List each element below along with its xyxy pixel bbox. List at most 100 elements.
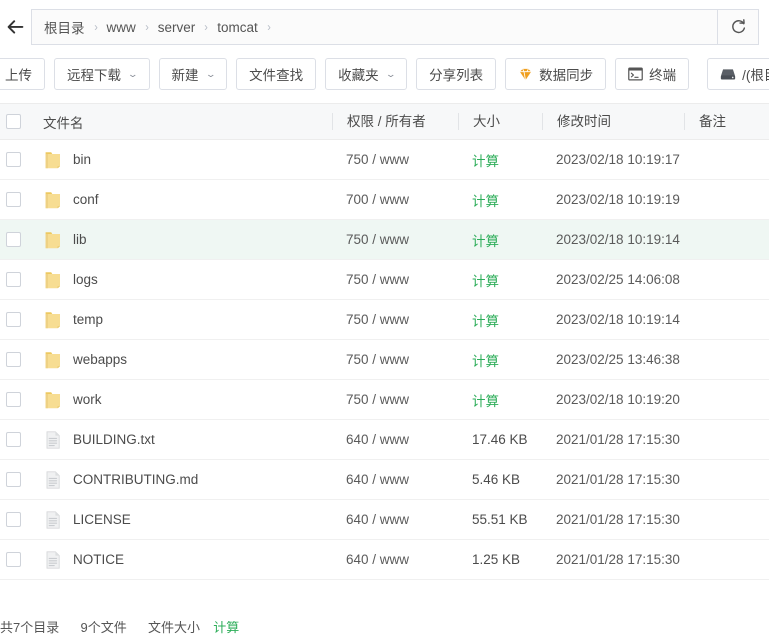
row-checkbox[interactable]: [6, 152, 21, 167]
breadcrumb-item-1[interactable]: www: [107, 20, 136, 35]
file-name-label[interactable]: LICENSE: [73, 512, 131, 527]
file-name-cell[interactable]: work: [38, 390, 332, 410]
disk-usage-button[interactable]: /(根目录) (2...: [707, 58, 769, 90]
breadcrumb-item-0[interactable]: 根目录: [44, 17, 85, 37]
file-name-cell[interactable]: webapps: [38, 350, 332, 370]
file-size-cell[interactable]: 计算: [458, 190, 542, 210]
table-row[interactable]: conf 700 / www 计算 2023/02/18 10:19:19: [0, 180, 769, 220]
row-checkbox[interactable]: [6, 192, 21, 207]
file-name-cell[interactable]: CONTRIBUTING.md: [38, 470, 332, 490]
calculate-size-link[interactable]: 计算: [472, 354, 499, 369]
table-row[interactable]: NOTICE 640 / www 1.25 KB 2021/01/28 17:15:3…: [0, 540, 769, 580]
terminal-button[interactable]: 终端: [615, 58, 690, 90]
file-name-label[interactable]: lib: [73, 232, 87, 247]
remote-download-button[interactable]: 远程下载 ⌄: [54, 58, 150, 90]
calculate-size-link[interactable]: 计算: [472, 194, 499, 209]
row-checkbox[interactable]: [6, 312, 21, 327]
file-name-label[interactable]: CONTRIBUTING.md: [73, 472, 198, 487]
refresh-button[interactable]: [717, 9, 759, 45]
file-name-label[interactable]: bin: [73, 152, 91, 167]
row-checkbox[interactable]: [6, 392, 21, 407]
file-name-label[interactable]: logs: [73, 272, 98, 287]
table-row[interactable]: BUILDING.txt 640 / www 17.46 KB 2021/01/28 …: [0, 420, 769, 460]
select-all-checkbox[interactable]: [6, 114, 21, 129]
file-permission-cell[interactable]: 750 / www: [332, 352, 458, 367]
file-size-cell[interactable]: 计算: [458, 350, 542, 370]
file-size-cell[interactable]: 55.51 KB: [458, 512, 542, 527]
file-permission-cell[interactable]: 640 / www: [332, 432, 458, 447]
table-row[interactable]: CONTRIBUTING.md 640 / www 5.46 KB 2021/01/2…: [0, 460, 769, 500]
file-permission-cell[interactable]: 640 / www: [332, 512, 458, 527]
file-name-cell[interactable]: NOTICE: [38, 550, 332, 570]
breadcrumb-item-3[interactable]: tomcat: [217, 20, 258, 35]
favorites-button[interactable]: 收藏夹 ⌄: [325, 58, 408, 90]
file-name-cell[interactable]: BUILDING.txt: [38, 430, 332, 450]
row-checkbox[interactable]: [6, 232, 21, 247]
column-header-size[interactable]: 大小: [458, 113, 542, 130]
folder-icon: [45, 351, 60, 368]
row-checkbox[interactable]: [6, 472, 21, 487]
table-row[interactable]: LICENSE 640 / www 55.51 KB 2021/01/28 17:15…: [0, 500, 769, 540]
table-row[interactable]: work 750 / www 计算 2023/02/18 10:19:20: [0, 380, 769, 420]
calculate-size-link[interactable]: 计算: [472, 314, 499, 329]
file-size-cell[interactable]: 17.46 KB: [458, 432, 542, 447]
back-button[interactable]: [0, 9, 31, 45]
row-checkbox[interactable]: [6, 432, 21, 447]
file-name-label[interactable]: BUILDING.txt: [73, 432, 155, 447]
table-row[interactable]: lib 750 / www 计算 2023/02/18 10:19:14: [0, 220, 769, 260]
file-modified-label: 2021/01/28 17:15:30: [556, 432, 680, 447]
file-permission-cell[interactable]: 640 / www: [332, 552, 458, 567]
file-permission-cell[interactable]: 750 / www: [332, 152, 458, 167]
new-button[interactable]: 新建 ⌄: [158, 58, 228, 90]
status-size-calc-link[interactable]: 计算: [213, 621, 239, 635]
calculate-size-link[interactable]: 计算: [472, 154, 499, 169]
share-list-button[interactable]: 分享列表: [416, 58, 497, 90]
table-row[interactable]: bin 750 / www 计算 2023/02/18 10:19:17: [0, 140, 769, 180]
row-checkbox[interactable]: [6, 552, 21, 567]
row-checkbox[interactable]: [6, 272, 21, 287]
breadcrumb[interactable]: 根目录 › www › server › tomcat ›: [31, 9, 717, 45]
file-name-cell[interactable]: bin: [38, 150, 332, 170]
row-checkbox[interactable]: [6, 512, 21, 527]
file-name-cell[interactable]: lib: [38, 230, 332, 250]
file-name-label[interactable]: work: [73, 392, 102, 407]
file-permission-cell[interactable]: 640 / www: [332, 472, 458, 487]
row-checkbox[interactable]: [6, 352, 21, 367]
file-permission-cell[interactable]: 750 / www: [332, 392, 458, 407]
file-name-cell[interactable]: LICENSE: [38, 510, 332, 530]
table-row[interactable]: logs 750 / www 计算 2023/02/25 14:06:08: [0, 260, 769, 300]
file-name-cell[interactable]: conf: [38, 190, 332, 210]
file-size-cell[interactable]: 计算: [458, 310, 542, 330]
file-size-cell[interactable]: 计算: [458, 230, 542, 250]
column-header-permission[interactable]: 权限 / 所有者: [332, 113, 458, 130]
breadcrumb-item-2[interactable]: server: [158, 20, 196, 35]
file-name-label[interactable]: conf: [73, 192, 99, 207]
file-permission-cell[interactable]: 750 / www: [332, 232, 458, 247]
calculate-size-link[interactable]: 计算: [472, 274, 499, 289]
file-permission-cell[interactable]: 700 / www: [332, 192, 458, 207]
table-row[interactable]: temp 750 / www 计算 2023/02/18 10:19:14: [0, 300, 769, 340]
file-size-cell[interactable]: 1.25 KB: [458, 552, 542, 567]
file-size-cell[interactable]: 计算: [458, 150, 542, 170]
file-size-cell[interactable]: 5.46 KB: [458, 472, 542, 487]
upload-button[interactable]: 上传: [0, 58, 45, 90]
file-name-label[interactable]: webapps: [73, 352, 127, 367]
file-name-label[interactable]: temp: [73, 312, 103, 327]
calculate-size-link[interactable]: 计算: [472, 394, 499, 409]
file-search-button[interactable]: 文件查找: [236, 58, 317, 90]
file-size-cell[interactable]: 计算: [458, 270, 542, 290]
file-name-cell[interactable]: temp: [38, 310, 332, 330]
column-header-name[interactable]: 文件名: [38, 112, 332, 132]
file-name-cell[interactable]: logs: [38, 270, 332, 290]
table-row[interactable]: webapps 750 / www 计算 2023/02/25 13:46:38: [0, 340, 769, 380]
column-header-note[interactable]: 备注: [684, 113, 769, 130]
file-size-cell[interactable]: 计算: [458, 390, 542, 410]
file-permission-cell[interactable]: 750 / www: [332, 312, 458, 327]
file-name-label[interactable]: NOTICE: [73, 552, 124, 567]
file-permission-cell[interactable]: 750 / www: [332, 272, 458, 287]
favorites-button-label: 收藏夹: [338, 68, 379, 83]
data-sync-button[interactable]: 数据同步: [505, 58, 607, 90]
column-header-modified[interactable]: 修改时间: [542, 113, 684, 130]
file-modified-label: 2021/01/28 17:15:30: [556, 552, 680, 567]
calculate-size-link[interactable]: 计算: [472, 234, 499, 249]
